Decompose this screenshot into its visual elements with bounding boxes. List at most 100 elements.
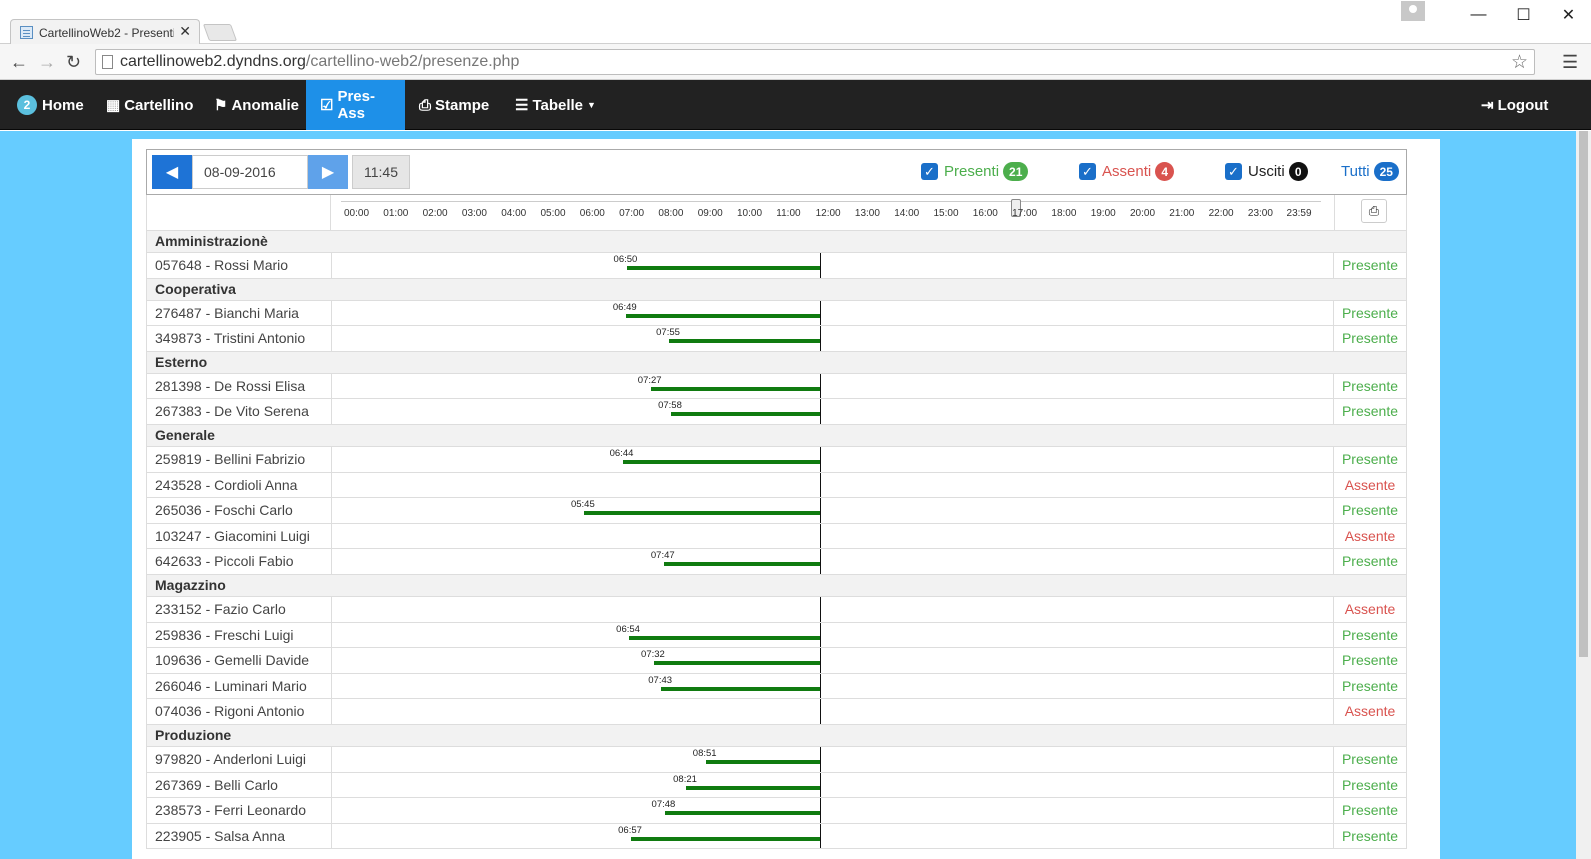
presence-bar[interactable] — [654, 661, 820, 666]
presence-bar[interactable] — [631, 836, 820, 841]
presence-bar[interactable] — [650, 386, 820, 391]
presence-bar[interactable] — [622, 459, 820, 464]
scrollbar-thumb[interactable] — [1579, 131, 1588, 657]
time-slider-track[interactable] — [341, 199, 1321, 217]
employee-row[interactable]: 642633 - Piccoli Fabio 07:47 Presente — [146, 549, 1407, 575]
back-icon[interactable]: ← — [10, 52, 28, 73]
entry-time-label: 06:50 — [613, 254, 638, 265]
employee-row[interactable]: 223905 - Salsa Anna 06:57 Presente — [146, 823, 1407, 850]
employee-row[interactable]: 265036 - Foschi Carlo 05:45 Presente — [146, 498, 1407, 524]
filter-presenti[interactable]: ✓ Presenti 21 — [921, 162, 1029, 181]
presence-bar[interactable] — [705, 759, 820, 764]
nav-stampe-label: Stampe — [435, 96, 490, 114]
nav-stampe[interactable]: ⎙ Stampe — [405, 80, 503, 130]
timeline-header-name-cell — [147, 195, 331, 231]
hour-label: 00:00 — [344, 208, 370, 219]
employee-row[interactable]: 109636 - Gemelli Davide 07:32 Presente — [146, 648, 1407, 674]
page-scrollbar[interactable] — [1576, 131, 1591, 859]
nav-pres-ass-label: Pres-Ass — [337, 88, 375, 122]
bookmark-star-icon[interactable]: ☆ — [1511, 51, 1528, 74]
current-time-line — [819, 549, 821, 574]
nav-anomalie[interactable]: ⚑ Anomalie — [200, 80, 313, 130]
presence-bar[interactable] — [661, 686, 820, 691]
employee-row[interactable]: 057648 - Rossi Mario 06:50 Presente — [146, 253, 1407, 279]
usciti-label: Usciti — [1248, 163, 1285, 180]
employee-row[interactable]: 266046 - Luminari Mario 07:43 Presente — [146, 673, 1407, 700]
nav-home[interactable]: 2 Home — [3, 80, 98, 130]
user-profile-icon[interactable] — [1401, 1, 1425, 21]
employee-row[interactable]: 979820 - Anderloni Luigi 08:51 Presente — [146, 746, 1407, 773]
employee-row[interactable]: 238573 - Ferri Leonardo 07:48 Presente — [146, 798, 1407, 824]
presence-bar[interactable] — [583, 511, 820, 516]
employee-row[interactable]: 267383 - De Vito Serena 07:58 Presente — [146, 399, 1407, 425]
presence-bar[interactable] — [671, 412, 820, 417]
employee-name: 265036 - Foschi Carlo — [155, 502, 293, 519]
maximize-icon[interactable]: ☐ — [1501, 0, 1546, 30]
presence-bar[interactable] — [663, 562, 820, 567]
presence-bar[interactable] — [664, 811, 820, 816]
timeline-cell: 07:58 — [331, 399, 1334, 424]
minimize-icon[interactable]: — — [1456, 0, 1501, 30]
employee-row[interactable]: 267369 - Belli Carlo 08:21 Presente — [146, 772, 1407, 799]
nav-pres-ass[interactable]: ☑ Pres-Ass — [306, 80, 405, 130]
next-day-button[interactable]: ▶ — [308, 155, 348, 189]
presence-bar[interactable] — [626, 266, 820, 270]
employee-row[interactable]: 259836 - Freschi Luigi 06:54 Presente — [146, 622, 1407, 649]
timeline-cell: 08:51 — [331, 746, 1334, 772]
new-tab-button[interactable] — [202, 24, 238, 41]
time-display[interactable]: 11:45 — [352, 155, 410, 189]
browser-menu-icon[interactable]: ☰ — [1562, 52, 1578, 73]
nav-logout[interactable]: ⇥ Logout — [1467, 80, 1562, 130]
employee-row[interactable]: 281398 - De Rossi Elisa 07:27 Presente — [146, 373, 1407, 400]
presence-bar[interactable] — [686, 785, 820, 790]
page-info-icon[interactable] — [102, 55, 113, 69]
print-button[interactable]: ⎙ — [1361, 199, 1387, 223]
presence-bar[interactable] — [669, 339, 820, 344]
list-icon: ☰ — [515, 97, 529, 114]
caret-right-icon: ▶ — [321, 164, 335, 181]
employee-row[interactable]: 349873 - Tristini Antonio 07:55 Presente — [146, 326, 1407, 352]
employee-row[interactable]: 276487 - Bianchi Maria 06:49 Presente — [146, 300, 1407, 327]
usciti-checkbox[interactable]: ✓ — [1225, 163, 1242, 180]
url-field[interactable]: cartellinoweb2.dyndns.org/cartellino-web… — [95, 49, 1535, 75]
timeline-cell — [331, 596, 1334, 622]
assenti-label: Assenti — [1102, 163, 1152, 180]
presenti-checkbox[interactable]: ✓ — [921, 163, 938, 180]
filter-tutti[interactable]: Tutti 25 — [1341, 162, 1399, 181]
nav-tabelle[interactable]: ☰ Tabelle ▼ — [501, 80, 610, 130]
timeline-cell: 08:21 — [331, 772, 1334, 798]
entry-time-label: 07:47 — [650, 550, 675, 562]
filter-assenti[interactable]: ✓ Assenti 4 — [1079, 162, 1175, 181]
tab-close-icon[interactable]: ✕ — [179, 23, 191, 40]
hour-label: 23:00 — [1247, 208, 1273, 219]
employee-row[interactable]: 259819 - Bellini Fabrizio 06:44 Presente — [146, 446, 1407, 473]
presence-bar[interactable] — [629, 635, 820, 640]
caret-down-icon: ▼ — [587, 100, 596, 110]
employee-row[interactable]: 243528 - Cordioli Anna Assente — [146, 472, 1407, 499]
current-time-line — [819, 798, 821, 823]
employee-name: 233152 - Fazio Carlo — [155, 600, 286, 617]
presence-bar[interactable] — [625, 313, 820, 318]
entry-time-label: 08:21 — [673, 773, 697, 785]
current-time-line — [819, 622, 821, 648]
nav-cartellino-label: Cartellino — [124, 96, 194, 114]
hour-label: 18:00 — [1051, 208, 1077, 219]
employee-name: 266046 - Luminari Mario — [155, 677, 307, 694]
assenti-checkbox[interactable]: ✓ — [1079, 163, 1096, 180]
current-time-line — [819, 746, 821, 772]
reload-icon[interactable]: ↻ — [66, 52, 81, 73]
close-window-icon[interactable]: ✕ — [1546, 0, 1591, 30]
employee-row[interactable]: 103247 - Giacomini Luigi Assente — [146, 523, 1407, 550]
current-time-line — [819, 823, 821, 849]
employee-row[interactable]: 233152 - Fazio Carlo Assente — [146, 596, 1407, 623]
date-field[interactable]: 08-09-2016 — [192, 155, 308, 189]
employee-row[interactable]: 074036 - Rigoni Antonio Assente — [146, 699, 1407, 725]
entry-time-label: 07:55 — [656, 327, 680, 339]
entry-time-label: 05:45 — [570, 499, 595, 511]
forward-icon[interactable]: → — [38, 52, 56, 73]
prev-day-button[interactable]: ◀ — [152, 155, 192, 189]
current-time-line — [819, 300, 821, 326]
filter-usciti[interactable]: ✓ Usciti 0 — [1225, 162, 1308, 181]
nav-cartellino[interactable]: ▦ Cartellino — [92, 80, 207, 130]
browser-tab[interactable]: CartellinoWeb2 - Presenti ✕ — [10, 19, 200, 45]
